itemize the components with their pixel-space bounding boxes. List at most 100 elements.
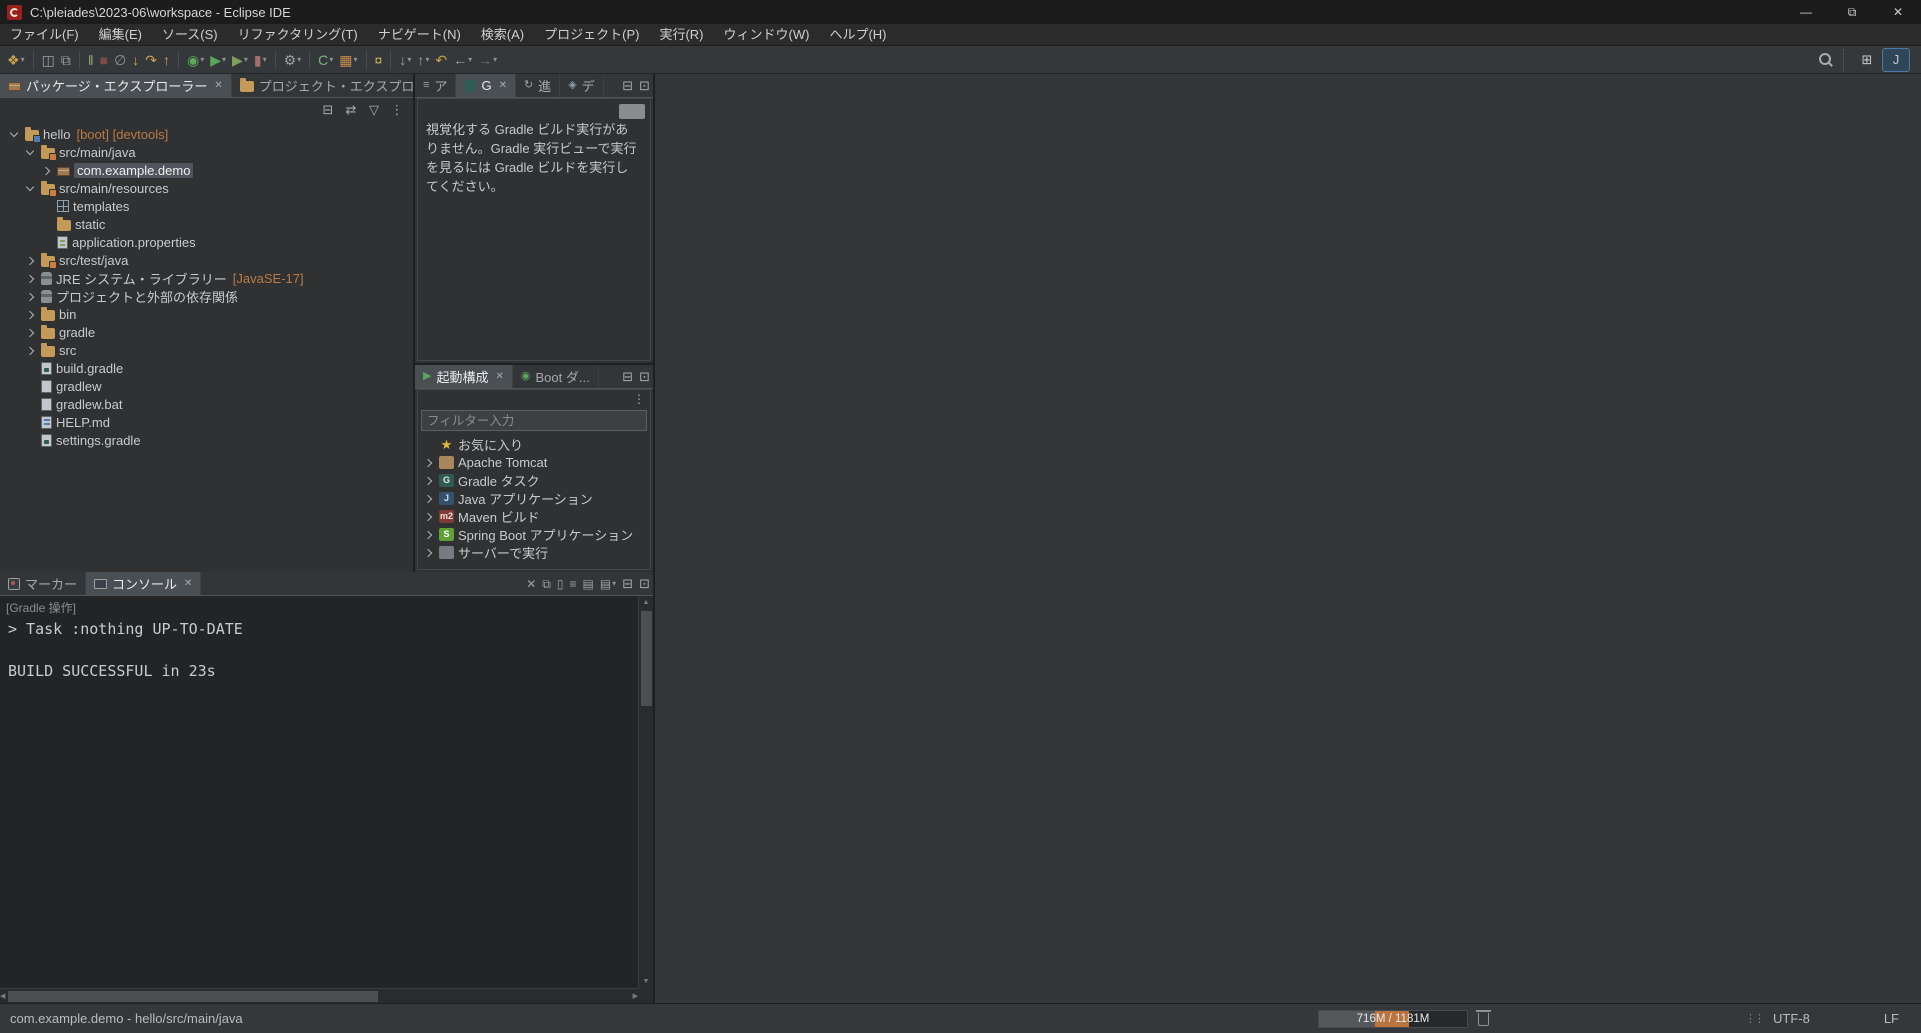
open-search-button[interactable]: ¤ bbox=[372, 48, 386, 72]
tab-project-explorer[interactable]: プロジェクト・エクスプローラー bbox=[232, 74, 413, 97]
build-ant-button[interactable]: ⚙▾ bbox=[281, 48, 305, 72]
link-with-editor-icon[interactable]: ⇄ bbox=[341, 100, 361, 120]
twisty-icon[interactable] bbox=[8, 128, 21, 141]
menu-file[interactable]: ファイル(F) bbox=[0, 24, 89, 46]
maximize-view-button[interactable]: ⊡ bbox=[636, 572, 653, 595]
debug-button[interactable]: ◉▾ bbox=[184, 48, 207, 72]
tree-item[interactable]: JRE システム・ライブラリー[JavaSE-17] bbox=[0, 269, 413, 287]
tab-outline[interactable]: ≡ア bbox=[415, 74, 456, 97]
twisty-icon[interactable] bbox=[24, 308, 37, 321]
twisty-icon[interactable] bbox=[422, 456, 435, 469]
tree-item[interactable]: application.properties bbox=[0, 233, 413, 251]
step-return-button[interactable]: ↑ bbox=[160, 48, 173, 72]
filter-input[interactable] bbox=[421, 410, 647, 431]
gradle-view-toolbar-button[interactable] bbox=[619, 104, 645, 119]
tree-item[interactable]: gradle bbox=[0, 323, 413, 341]
save-all-button[interactable]: ⧉ bbox=[58, 48, 74, 72]
tree-item[interactable]: src/test/java bbox=[0, 251, 413, 269]
pause-button[interactable]: ‖ bbox=[85, 48, 97, 72]
close-icon[interactable]: ✕ bbox=[214, 80, 222, 91]
launch-type-item[interactable]: SSpring Boot アプリケーション bbox=[418, 525, 650, 543]
tree-item[interactable]: gradlew.bat bbox=[0, 395, 413, 413]
tree-item[interactable]: hello[boot] [devtools] bbox=[0, 125, 413, 143]
twisty-icon[interactable] bbox=[422, 510, 435, 523]
menu-refactor[interactable]: リファクタリング(T) bbox=[228, 24, 368, 46]
tree-item[interactable]: src/main/resources bbox=[0, 179, 413, 197]
minimize-view-button[interactable]: ⊟ bbox=[619, 572, 636, 595]
horizontal-scrollbar-thumb[interactable] bbox=[8, 991, 378, 1002]
step-over-button[interactable]: ↷ bbox=[142, 48, 160, 72]
tab-package-explorer[interactable]: パッケージ・エクスプローラー✕ bbox=[0, 74, 232, 97]
view-menu-icon[interactable]: ⋮ bbox=[633, 392, 645, 406]
tree-item[interactable]: src bbox=[0, 341, 413, 359]
close-icon[interactable]: ✕ bbox=[184, 578, 192, 589]
tree-item[interactable]: com.example.demo bbox=[0, 161, 413, 179]
close-icon[interactable]: ✕ bbox=[499, 80, 507, 91]
twisty-icon[interactable] bbox=[24, 272, 37, 285]
new-java-package-button[interactable]: ▦▾ bbox=[336, 48, 360, 72]
launch-type-item[interactable]: m2Maven ビルド bbox=[418, 507, 650, 525]
twisty-icon[interactable] bbox=[24, 344, 37, 357]
vertical-scrollbar-thumb[interactable] bbox=[641, 611, 652, 706]
tab-gradle-executions[interactable]: G✕ bbox=[456, 74, 516, 97]
console-output[interactable]: > Task :nothing UP-TO-DATE BUILD SUCCESS… bbox=[0, 617, 653, 684]
maximize-view-button[interactable]: ⊡ bbox=[636, 74, 653, 97]
view-menu-icon[interactable]: ⋮ bbox=[387, 100, 407, 120]
tab-progress[interactable]: ↻進 bbox=[516, 74, 560, 97]
twisty-icon[interactable] bbox=[24, 326, 37, 339]
tree-item[interactable]: templates bbox=[0, 197, 413, 215]
launch-type-item[interactable]: サーバーで実行 bbox=[418, 543, 650, 561]
tree-item[interactable]: HELP.md bbox=[0, 413, 413, 431]
tree-item[interactable]: settings.gradle bbox=[0, 431, 413, 449]
remove-launch-button[interactable]: ✕ bbox=[523, 572, 539, 595]
external-tools-button[interactable]: ▶▾ bbox=[229, 48, 251, 72]
twisty-icon[interactable] bbox=[40, 164, 53, 177]
tree-item[interactable]: bin bbox=[0, 305, 413, 323]
run-garbage-collector-button[interactable] bbox=[1478, 1013, 1489, 1026]
twisty-icon[interactable] bbox=[24, 182, 37, 195]
tab-debug-shell[interactable]: ◈デ bbox=[560, 74, 603, 97]
twisty-icon[interactable] bbox=[422, 528, 435, 541]
open-perspective-button[interactable]: ⊞ bbox=[1854, 49, 1880, 71]
heap-status[interactable]: 716M / 1181M bbox=[1318, 1010, 1468, 1028]
save-button[interactable]: ◫ bbox=[39, 48, 58, 72]
vertical-scrollbar[interactable]: ▲ ▼ bbox=[638, 596, 653, 988]
search-icon[interactable] bbox=[1818, 52, 1833, 67]
remove-all-launches-button[interactable]: ⧉ bbox=[539, 572, 554, 595]
tab-console[interactable]: コンソール✕ bbox=[86, 572, 201, 595]
open-console-button[interactable]: ▤▾ bbox=[597, 572, 619, 595]
skip-all-breakpoints-button[interactable]: ∅ bbox=[111, 48, 129, 72]
twisty-icon[interactable] bbox=[422, 492, 435, 505]
minimize-view-button[interactable]: ⊟ bbox=[619, 74, 636, 97]
twisty-icon[interactable] bbox=[24, 254, 37, 267]
minimize-window-button[interactable]: — bbox=[1783, 0, 1829, 24]
forward-button[interactable]: →▾ bbox=[475, 48, 500, 72]
tab-boot-dashboard[interactable]: ◉Boot ダ... bbox=[513, 365, 599, 388]
tree-item[interactable]: build.gradle bbox=[0, 359, 413, 377]
launch-type-item[interactable]: GGradle タスク bbox=[418, 471, 650, 489]
scroll-lock-button[interactable]: ≡ bbox=[566, 572, 579, 595]
twisty-icon[interactable] bbox=[24, 290, 37, 303]
horizontal-scrollbar[interactable]: ◀ ▶ bbox=[0, 988, 638, 1003]
menu-edit[interactable]: 編集(E) bbox=[89, 24, 152, 46]
encoding-indicator[interactable]: UTF-8 bbox=[1773, 1011, 1810, 1026]
twisty-icon[interactable] bbox=[422, 474, 435, 487]
restore-window-button[interactable]: ⧉ bbox=[1829, 0, 1875, 24]
tab-launch-configurations[interactable]: ▶起動構成✕ bbox=[415, 365, 513, 388]
stop-button[interactable]: ■ bbox=[97, 48, 111, 72]
java-perspective-button[interactable]: J bbox=[1883, 49, 1909, 71]
next-annotation-button[interactable]: ↓▾ bbox=[396, 48, 414, 72]
new-java-class-button[interactable]: C▾ bbox=[315, 48, 336, 72]
menu-source[interactable]: ソース(S) bbox=[152, 24, 228, 46]
launch-type-item[interactable]: Apache Tomcat bbox=[418, 453, 650, 471]
filters-icon[interactable]: ▽ bbox=[364, 100, 384, 120]
close-window-button[interactable]: ✕ bbox=[1875, 0, 1921, 24]
menu-help[interactable]: ヘルプ(H) bbox=[819, 24, 896, 46]
launch-type-item[interactable]: ★お気に入り bbox=[418, 435, 650, 453]
statusbar-grip-icon[interactable]: ⋮⋮ bbox=[1745, 1012, 1763, 1025]
tree-item[interactable]: プロジェクトと外部の依存関係 bbox=[0, 287, 413, 305]
menu-project[interactable]: プロジェクト(P) bbox=[534, 24, 649, 46]
menu-window[interactable]: ウィンドウ(W) bbox=[714, 24, 820, 46]
previous-annotation-button[interactable]: ↑▾ bbox=[414, 48, 432, 72]
menu-run[interactable]: 実行(R) bbox=[649, 24, 713, 46]
